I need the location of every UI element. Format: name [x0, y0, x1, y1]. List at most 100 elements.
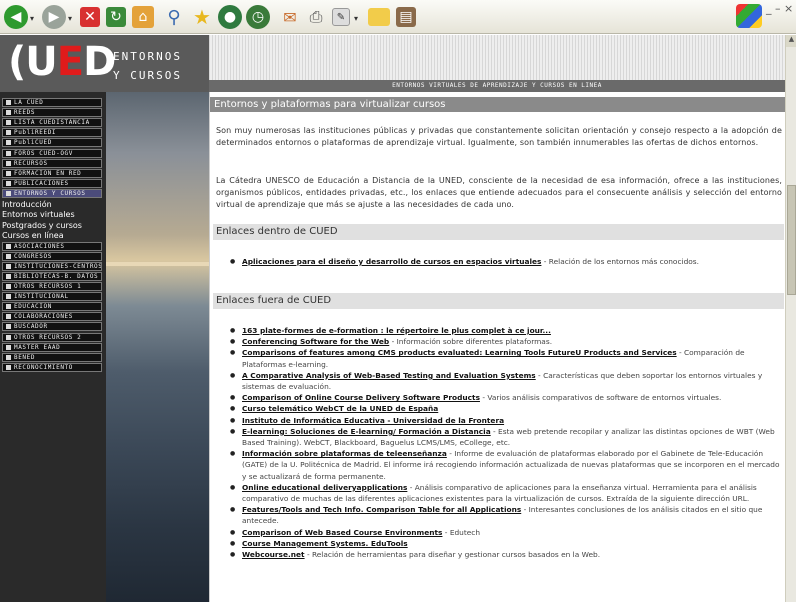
sidebar-item[interactable]: COLABORACIONES — [2, 312, 102, 322]
link-list-item: Webcourse.net - Relación de herramientas… — [230, 549, 785, 560]
tagline-bar: ENTORNOS VIRTUALES DE APRENDIZAJE Y CURS… — [209, 80, 785, 92]
bullet-square-icon — [6, 253, 11, 259]
search-icon[interactable]: ⚲ — [162, 5, 186, 29]
sidebar-item[interactable]: EDUCACION — [2, 302, 102, 312]
resource-link[interactable]: Información sobre plataformas de teleens… — [242, 449, 447, 458]
intro-paragraph: Son muy numerosas las instituciones públ… — [216, 126, 782, 147]
vertical-scrollbar[interactable]: ▲ — [785, 35, 796, 602]
sidebar-item-label: EDUCACION — [14, 303, 52, 311]
link-list-item: Aplicaciones para el diseño y desarrollo… — [230, 256, 785, 267]
sidebar-item-label: MASTER EAAD — [14, 343, 61, 351]
bullet-square-icon — [6, 273, 11, 279]
bullet-square-icon — [6, 190, 11, 196]
sidebar-item[interactable]: ENTORNOS Y CURSOS — [2, 188, 102, 198]
resource-link[interactable]: Conferencing Software for the Web — [242, 337, 389, 346]
back-dropdown-icon[interactable]: ▾ — [30, 14, 34, 23]
link-list-item: Course Management Systems. EduTools — [230, 538, 785, 549]
sidebar-item-label: OTROS RECURSOS 1 — [14, 283, 82, 290]
sidebar-item[interactable]: BIBLIOTECAS-B. DATOS — [2, 271, 102, 281]
bullet-square-icon — [6, 100, 11, 105]
logo-side-line: ENTORNOS — [113, 50, 182, 63]
sidebar-item[interactable]: LISTA CUEDISTANCIA — [2, 118, 102, 128]
sidebar-subitem[interactable]: Postgrados y cursos — [2, 221, 106, 231]
link-list-item: Instituto de Informática Educativa - Uni… — [230, 415, 785, 426]
stop-icon[interactable]: ✕ — [80, 7, 100, 27]
page-title-bar: Entornos y plataformas para virtualizar … — [210, 97, 785, 112]
sidebar-item[interactable]: REEDS — [2, 108, 102, 118]
sidebar-item[interactable]: FOROS CUED-OGV — [2, 148, 102, 158]
link-description: - Relación de los entornos más conocidos… — [541, 257, 699, 266]
page-title: Entornos y plataformas para virtualizar … — [214, 99, 446, 110]
scroll-thumb[interactable] — [787, 185, 796, 295]
bullet-square-icon — [6, 180, 11, 186]
sidebar-item-label: REEDS — [14, 109, 36, 117]
bullet-square-icon — [6, 160, 11, 166]
sidebar-item[interactable]: MASTER EAAD — [2, 342, 102, 352]
print-icon[interactable]: ⎙ — [304, 5, 328, 29]
forward-dropdown-icon[interactable]: ▾ — [68, 14, 72, 23]
scroll-up-icon[interactable]: ▲ — [786, 35, 796, 47]
resource-link[interactable]: Comparisons of features among CMS produc… — [242, 348, 677, 357]
bullet-square-icon — [6, 334, 11, 340]
sidebar-subitem[interactable]: Entornos virtuales — [2, 210, 106, 220]
links-inside-list: Aplicaciones para el diseño y desarrollo… — [230, 256, 785, 267]
sidebar-item[interactable]: BUSCADOR — [2, 322, 102, 332]
resource-link[interactable]: Aplicaciones para el diseño y desarrollo… — [242, 257, 541, 266]
sidebar-item[interactable]: OTROS RECURSOS 2 — [2, 332, 102, 342]
resource-link[interactable]: Instituto de Informática Educativa - Uni… — [242, 416, 504, 425]
link-list-item: Online educational deliveryapplications … — [230, 482, 785, 504]
site-logo[interactable]: (UED ENTORNOS Y CURSOS — [0, 35, 209, 92]
bullet-square-icon — [6, 294, 11, 300]
sidebar-item-label: CONGRESOS — [14, 252, 52, 260]
forward-icon[interactable]: ▶ — [42, 5, 66, 29]
sidebar-item[interactable]: RECONOCIMIENTO — [2, 362, 102, 372]
resource-link[interactable]: Comparison of Web Based Course Environme… — [242, 528, 442, 537]
section-title: Enlaces fuera de CUED — [216, 295, 332, 306]
page-viewport: (UED ENTORNOS Y CURSOS ENTORNOS VIRTUALE… — [0, 35, 785, 602]
resource-link[interactable]: E-learning: Soluciones de E-learning/ Fo… — [242, 427, 491, 436]
link-description: - Información sobre diferentes plataform… — [389, 337, 553, 347]
research-icon[interactable]: ▤ — [396, 7, 416, 27]
sidebar-item[interactable]: INSTITUCIONAL — [2, 292, 102, 302]
sidebar-item[interactable]: BENED — [2, 352, 102, 362]
sidebar-item[interactable]: CONGRESOS — [2, 251, 102, 261]
sidebar-item[interactable]: ASOCIACIONES — [2, 241, 102, 251]
home-icon[interactable]: ⌂ — [132, 6, 154, 28]
sidebar-item[interactable]: OTROS RECURSOS 1 — [2, 282, 102, 291]
resource-link[interactable]: 163 plate-formes de e-formation : le rép… — [242, 326, 551, 335]
resource-link[interactable]: Online educational deliveryapplications — [242, 483, 407, 492]
edit-icon[interactable]: ✎ — [332, 8, 350, 26]
resource-link[interactable]: Curso telemático WebCT de la UNED de Esp… — [242, 404, 438, 413]
sidebar-item[interactable]: INSTITUCIONES-CENTROS — [2, 261, 102, 271]
resource-link[interactable]: A Comparative Analysis of Web-Based Test… — [242, 371, 536, 380]
sidebar-item[interactable]: LA CUED — [2, 98, 102, 107]
bullet-square-icon — [6, 243, 11, 249]
sidebar-item[interactable]: FORMACION EN RED — [2, 168, 102, 178]
sidebar-item[interactable]: PubliREEDI — [2, 128, 102, 138]
resource-link[interactable]: Features/Tools and Tech Info. Comparison… — [242, 505, 521, 514]
sidebar-item[interactable]: PubliCUED — [2, 138, 102, 148]
refresh-icon[interactable]: ↻ — [106, 7, 126, 27]
sidebar-item-label: LISTA CUEDISTANCIA — [14, 119, 90, 127]
link-list-item: Comparison of Web Based Course Environme… — [230, 527, 785, 538]
bullet-square-icon — [6, 120, 11, 126]
sidebar-subitem[interactable]: Cursos en línea — [2, 231, 106, 241]
resource-link[interactable]: Course Management Systems. EduTools — [242, 539, 408, 548]
sidebar-item[interactable]: PUBLICACIONES — [2, 178, 102, 188]
resource-link[interactable]: Webcourse.net — [242, 550, 305, 559]
window-controls[interactable]: _ – × — [766, 2, 794, 32]
mail-icon[interactable]: ✉ — [278, 5, 302, 29]
bullet-square-icon — [6, 314, 11, 320]
sidebar-item[interactable]: RECURSOS — [2, 158, 102, 168]
back-icon[interactable]: ◀ — [4, 5, 28, 29]
bullet-square-icon — [6, 354, 11, 360]
folder-icon[interactable] — [368, 8, 390, 26]
history-icon[interactable]: ◷ — [246, 5, 270, 29]
resource-link[interactable]: Comparison of Online Course Delivery Sof… — [242, 393, 480, 402]
sidebar-subitem[interactable]: Introducción — [2, 200, 106, 210]
link-list-item: 163 plate-formes de e-formation : le rép… — [230, 325, 785, 336]
link-list-item: Conferencing Software for the Web - Info… — [230, 336, 785, 347]
edit-dropdown-icon[interactable]: ▾ — [354, 14, 358, 23]
favorites-icon[interactable]: ★ — [190, 5, 214, 29]
media-icon[interactable]: ● — [218, 5, 242, 29]
